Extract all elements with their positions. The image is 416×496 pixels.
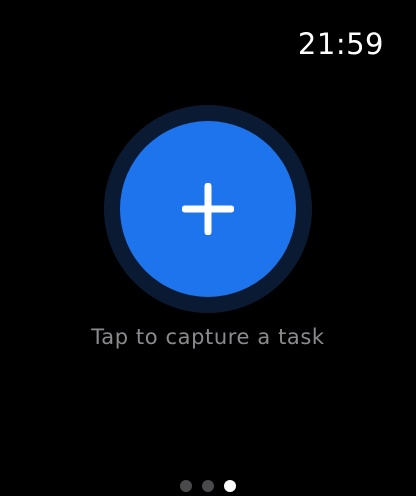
- status-time: 21:59: [297, 27, 384, 61]
- page-indicator: [0, 480, 416, 492]
- capture-task-button[interactable]: [120, 121, 296, 297]
- capture-button-ring: [104, 105, 312, 313]
- page-dot-3-current: [224, 480, 236, 492]
- page-dot-1: [180, 480, 192, 492]
- plus-icon: [182, 183, 234, 235]
- page-dot-2: [202, 480, 214, 492]
- capture-caption: Tap to capture a task: [91, 325, 325, 349]
